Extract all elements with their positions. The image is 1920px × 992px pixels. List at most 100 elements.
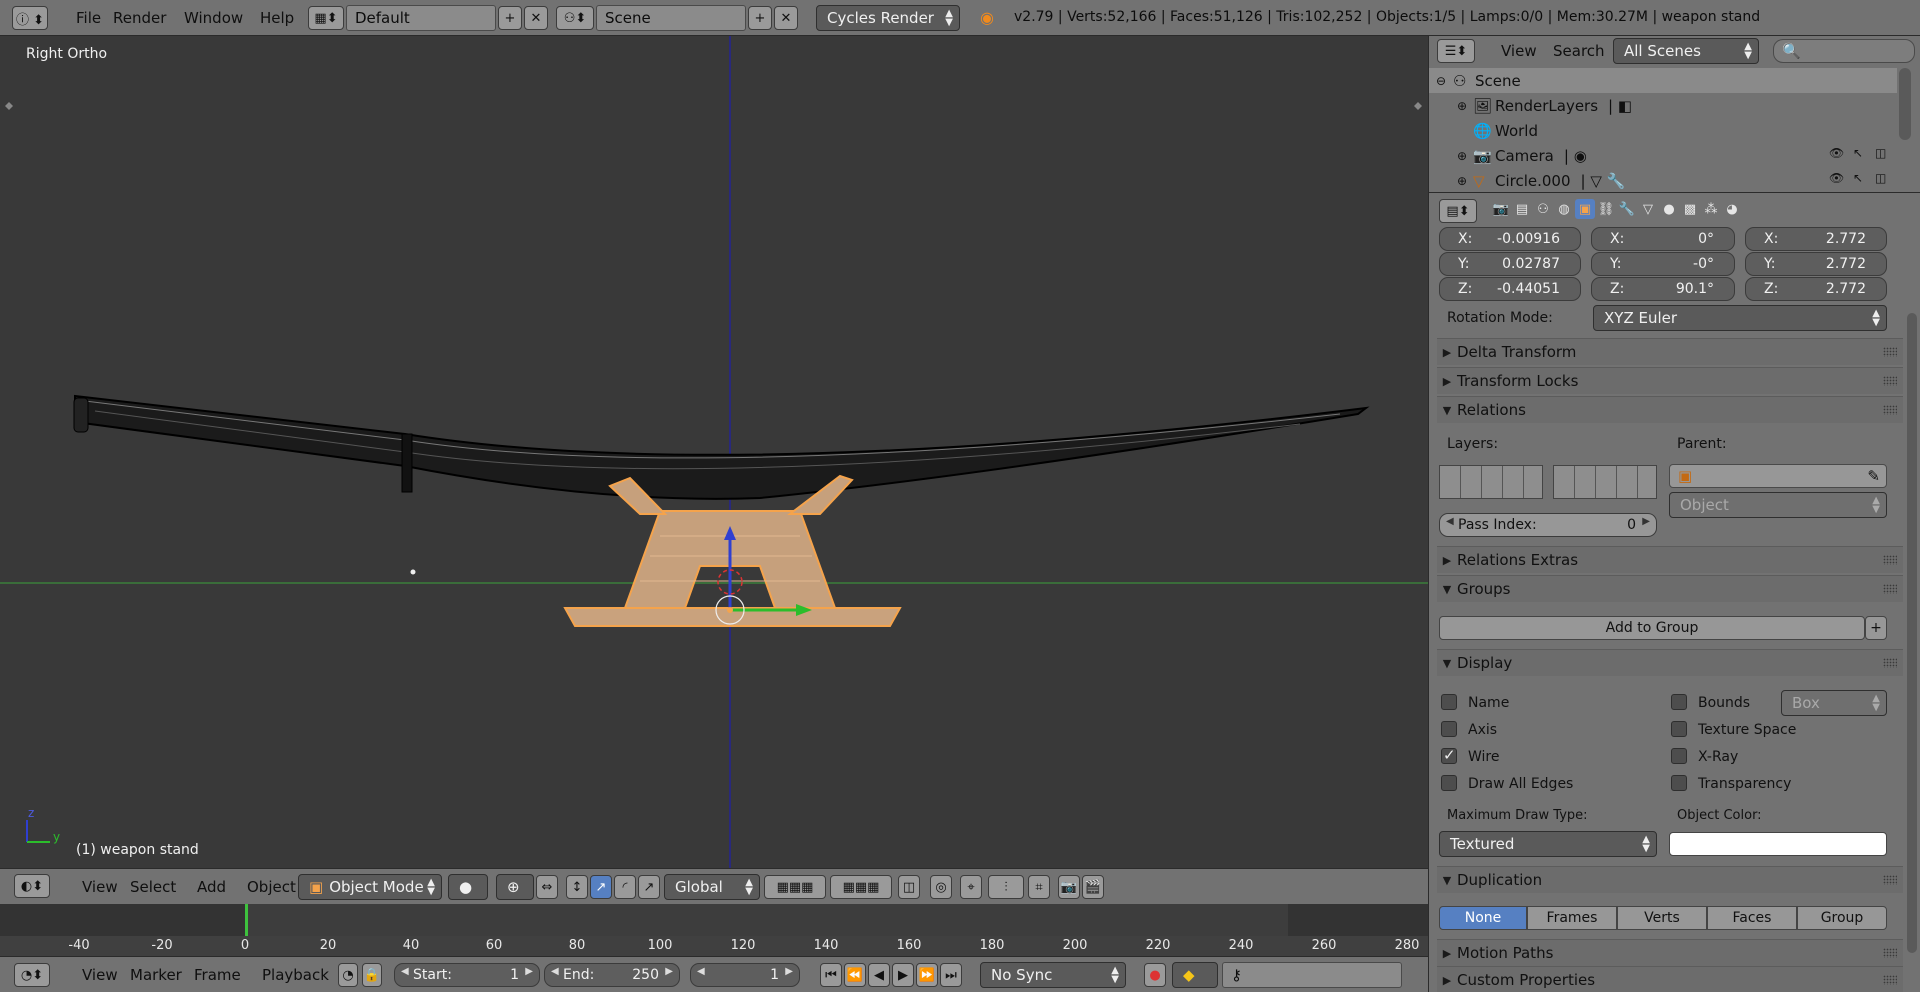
- lock-camera-icon[interactable]: ◫: [898, 875, 920, 899]
- modifiers-tab-icon[interactable]: 🔧: [1617, 199, 1637, 219]
- panel-groups[interactable]: ▼ Groups: [1437, 575, 1903, 602]
- proportional-edit-icon[interactable]: ◎: [930, 875, 952, 899]
- bounds-type-dropdown[interactable]: Box ▲ ▼: [1781, 690, 1887, 716]
- panel-grip-icon[interactable]: [1883, 658, 1897, 668]
- axis-checkbox[interactable]: [1441, 721, 1457, 737]
- jump-end-icon[interactable]: ⏭: [940, 963, 962, 987]
- panel-grip-icon[interactable]: [1883, 948, 1897, 958]
- bounds-checkbox[interactable]: [1671, 694, 1687, 710]
- draw-all-edges-checkbox[interactable]: [1441, 775, 1457, 791]
- rotate-manipulator-icon[interactable]: ↗: [590, 875, 612, 899]
- panel-transform-locks[interactable]: ▶ Transform Locks: [1437, 367, 1903, 394]
- rotation-mode-dropdown[interactable]: XYZ Euler ▲ ▼: [1593, 305, 1887, 331]
- screen-layout-field[interactable]: Default: [346, 5, 496, 31]
- layers-grid-a[interactable]: [1439, 465, 1543, 499]
- sync-dropdown[interactable]: No Sync ▲ ▼: [980, 962, 1126, 988]
- menu-frame[interactable]: Frame: [182, 957, 253, 992]
- manipulator-toggle-icon[interactable]: ⇔: [536, 875, 558, 899]
- texture-space-checkbox[interactable]: [1671, 721, 1687, 737]
- add-to-group-button[interactable]: Add to Group: [1439, 616, 1865, 640]
- outliner-item-world[interactable]: 🌐 World: [1429, 118, 1897, 143]
- layers-grid-1[interactable]: ▦▦▦: [764, 875, 826, 899]
- world-tab-icon[interactable]: ◍: [1554, 199, 1574, 219]
- properties-scrollbar[interactable]: [1907, 313, 1917, 953]
- screen-layout-icon[interactable]: ▦⬍: [308, 6, 344, 30]
- editor-type-info-icon[interactable]: ⓘ ⬍: [12, 6, 48, 30]
- visibility-eye-icon[interactable]: 👁: [1829, 146, 1844, 160]
- panel-grip-icon[interactable]: [1883, 405, 1897, 415]
- location-y-field[interactable]: Y: 0.02787: [1439, 252, 1581, 276]
- scale-z-field[interactable]: Z: 2.772: [1745, 277, 1887, 301]
- constraints-tab-icon[interactable]: ⛓: [1596, 199, 1616, 219]
- menu-render[interactable]: Render: [101, 0, 178, 36]
- duplication-verts-button[interactable]: Verts: [1617, 906, 1707, 930]
- select-cursor-icon[interactable]: ↖: [1853, 146, 1863, 160]
- parent-field[interactable]: ▣ ✎: [1669, 464, 1887, 488]
- transparency-checkbox[interactable]: [1671, 775, 1687, 791]
- record-icon[interactable]: ●: [1144, 963, 1166, 987]
- renderlayers-tab-icon[interactable]: ▤: [1512, 199, 1532, 219]
- snap-icon[interactable]: ⌖: [960, 875, 982, 899]
- wire-checkbox[interactable]: [1441, 746, 1457, 764]
- panel-grip-icon[interactable]: [1883, 376, 1897, 386]
- timeline-area[interactable]: -40 -20 0 20 40 60 80 100 120 140 160 180 200 220 240 2…: [0, 904, 1428, 956]
- scene-icon[interactable]: ⚇⬍: [556, 6, 594, 30]
- jump-key-forward-icon[interactable]: ⏩: [916, 963, 938, 987]
- rotation-y-field[interactable]: Y: -0°: [1591, 252, 1735, 276]
- scene-field[interactable]: Scene: [596, 5, 746, 31]
- render-camera-icon[interactable]: ◫: [1875, 171, 1886, 185]
- panel-duplication[interactable]: ▼ Duplication: [1437, 866, 1903, 893]
- menu-view[interactable]: View: [1489, 36, 1549, 66]
- opengl-anim-icon[interactable]: 🎬: [1082, 875, 1104, 899]
- menu-playback[interactable]: Playback: [250, 957, 341, 992]
- texture-tab-icon[interactable]: ▩: [1680, 199, 1700, 219]
- panel-delta-transform[interactable]: ▶ Delta Transform: [1437, 338, 1903, 365]
- opengl-render-icon[interactable]: 📷: [1058, 875, 1080, 899]
- remove-layout-icon[interactable]: ✕: [524, 6, 548, 30]
- outliner-item-renderlayers[interactable]: ⊕ 🖼 RenderLayers | ◧: [1429, 93, 1897, 118]
- menu-select[interactable]: Select: [118, 869, 188, 905]
- location-x-field[interactable]: X: -0.00916: [1439, 227, 1581, 251]
- physics-tab-icon[interactable]: ◕: [1722, 199, 1742, 219]
- pass-index-field[interactable]: ◀ Pass Index: 0 ▶: [1439, 513, 1657, 537]
- start-frame-field[interactable]: ◀ Start: 1 ▶: [394, 963, 540, 987]
- mode-dropdown[interactable]: ▣ Object Mode ▲ ▼: [298, 874, 442, 900]
- duplication-frames-button[interactable]: Frames: [1527, 906, 1617, 930]
- scale-x-field[interactable]: X: 2.772: [1745, 227, 1887, 251]
- duplication-faces-button[interactable]: Faces: [1707, 906, 1797, 930]
- outliner-item-circle[interactable]: ⊕ ▽ Circle.000 | ▽ 🔧: [1429, 168, 1897, 193]
- render-engine-dropdown[interactable]: Cycles Render ▲ ▼: [816, 5, 960, 31]
- editor-type-timeline-icon[interactable]: ◔⬍: [14, 963, 50, 987]
- panel-grip-icon[interactable]: [1883, 555, 1897, 565]
- menu-window[interactable]: Window: [172, 0, 255, 36]
- visibility-eye-icon[interactable]: 👁: [1829, 171, 1844, 185]
- add-layout-icon[interactable]: +: [498, 6, 522, 30]
- jump-start-icon[interactable]: ⏮: [820, 963, 842, 987]
- jump-key-back-icon[interactable]: ⏪: [844, 963, 866, 987]
- end-frame-field[interactable]: ◀ End: 250 ▶: [544, 963, 680, 987]
- render-tab-icon[interactable]: 📷: [1491, 199, 1511, 219]
- panel-relations[interactable]: ▼ Relations: [1437, 396, 1903, 423]
- lock-range-icon[interactable]: 🔒: [362, 963, 382, 987]
- render-camera-icon[interactable]: ◫: [1875, 146, 1886, 160]
- outliner-item-camera[interactable]: ⊕ 📷 Camera | ◉: [1429, 143, 1897, 168]
- editor-type-3d-icon[interactable]: ◐⬍: [14, 874, 50, 898]
- 3d-viewport[interactable]: y z Right Ortho (1) weapon stand: [0, 36, 1428, 868]
- play-icon[interactable]: ▶: [892, 963, 914, 987]
- panel-custom-properties[interactable]: ▶ Custom Properties: [1437, 966, 1903, 992]
- scene-tab-icon[interactable]: ⚇: [1533, 199, 1553, 219]
- shading-dropdown[interactable]: ●: [448, 874, 488, 900]
- outliner-scrollbar[interactable]: [1899, 68, 1911, 140]
- particles-tab-icon[interactable]: ⁂: [1701, 199, 1721, 219]
- rotation-z-field[interactable]: Z: 90.1°: [1591, 277, 1735, 301]
- snap-align-icon[interactable]: ⌗: [1028, 875, 1050, 899]
- editor-type-properties-icon[interactable]: ▤⬍: [1439, 199, 1477, 223]
- eyedropper-icon[interactable]: ✎: [1867, 467, 1886, 485]
- keying-set-field[interactable]: ⚷: [1222, 962, 1402, 988]
- mesh-data-tab-icon[interactable]: ▽: [1638, 199, 1658, 219]
- outliner-item-scene[interactable]: ⊖ ⚇ Scene: [1429, 68, 1897, 93]
- remove-scene-icon[interactable]: ✕: [774, 6, 798, 30]
- max-draw-type-dropdown[interactable]: Textured ▲ ▼: [1439, 831, 1657, 857]
- preview-range-icon[interactable]: ◔: [338, 963, 358, 987]
- layers-grid-2[interactable]: ▦▦▦: [830, 875, 892, 899]
